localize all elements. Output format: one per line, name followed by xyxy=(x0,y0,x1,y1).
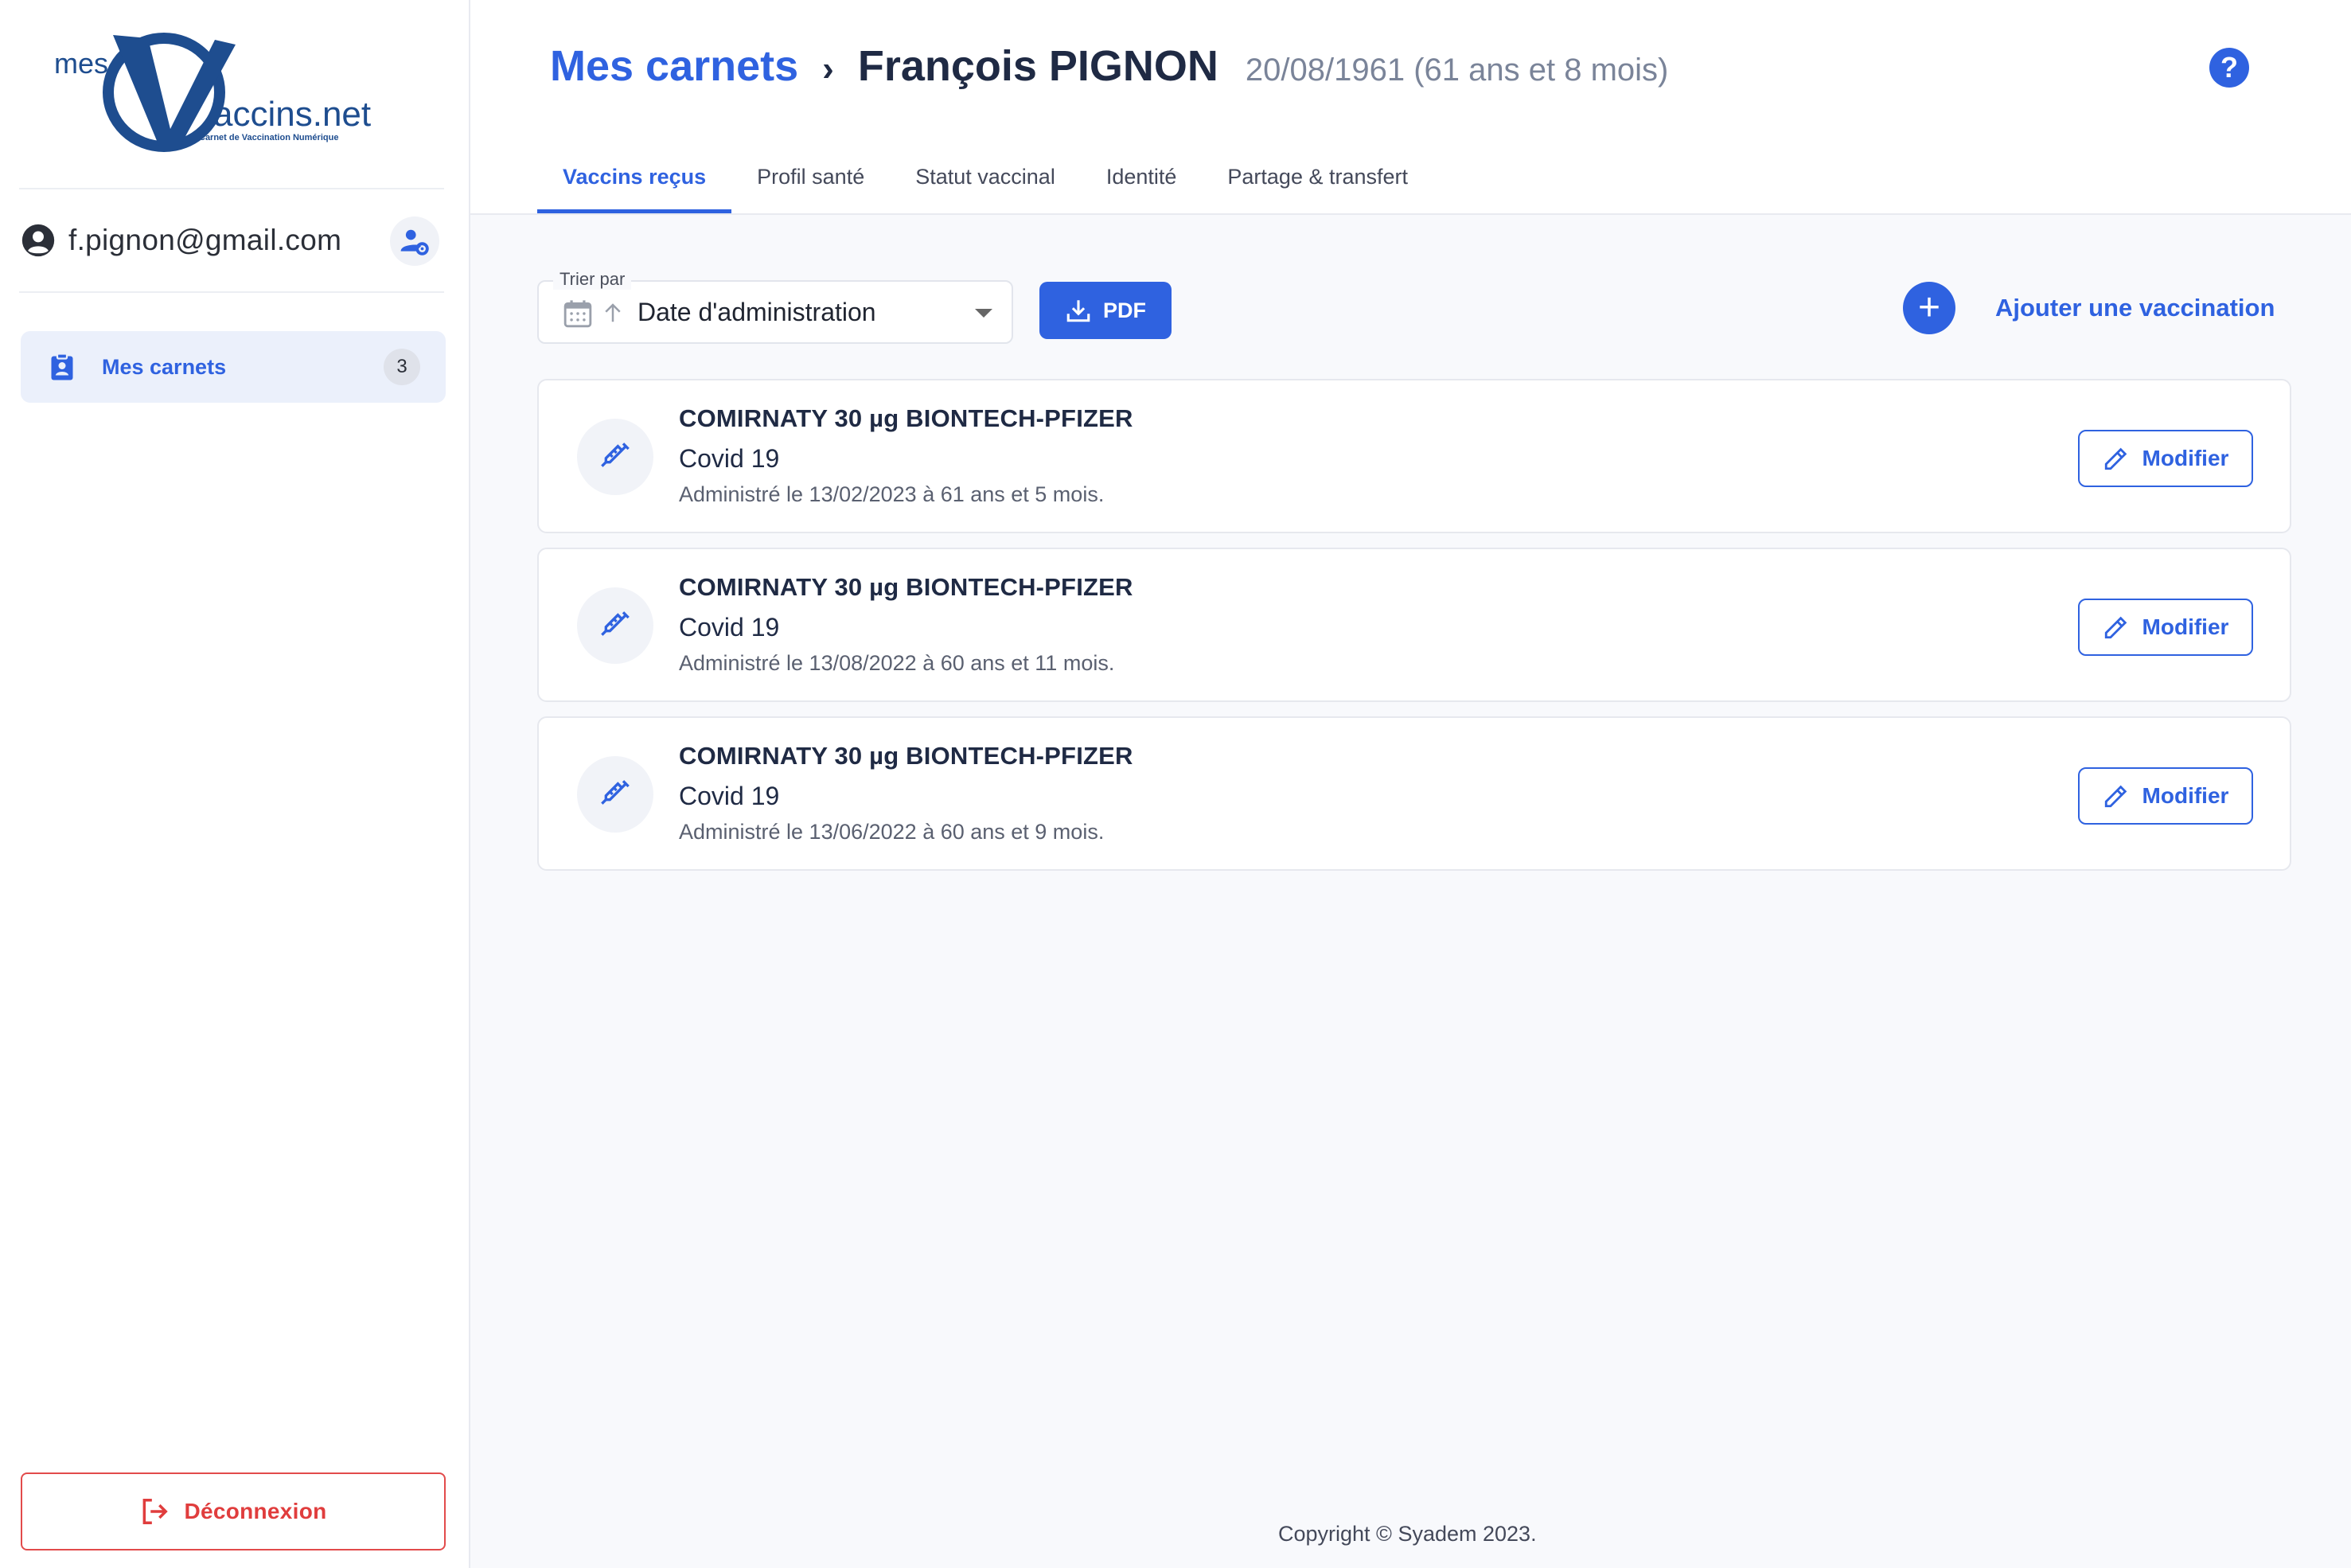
calendar-icon xyxy=(563,300,592,328)
footer-copyright: Copyright © Syadem 2023. xyxy=(1278,1522,1537,1546)
tab-vaccins-recus[interactable]: Vaccins reçus xyxy=(537,151,732,213)
mesvaccins-logo[interactable]: mes accins.net Carnet de Vaccination Num… xyxy=(48,27,382,154)
logo-prefix: mes xyxy=(54,47,108,80)
user-settings-icon xyxy=(400,229,429,255)
vaccine-administered: Administré le 13/06/2022 à 60 ans et 9 m… xyxy=(679,820,1105,844)
sort-value: Date d'administration xyxy=(637,298,876,326)
pencil-icon xyxy=(2104,785,2127,808)
sort-select[interactable]: Trier par Date d'administration xyxy=(537,269,1013,344)
logo-brand: accins.net xyxy=(213,95,371,134)
tab-statut-vaccinal[interactable]: Statut vaccinal xyxy=(890,151,1081,213)
help-icon[interactable]: ? xyxy=(2209,48,2249,88)
tab-profil-sante[interactable]: Profil santé xyxy=(731,151,890,213)
tab-identite[interactable]: Identité xyxy=(1081,151,1203,213)
vaccination-card: COMIRNATY 30 µg BIONTECH-PFIZER Covid 19… xyxy=(537,548,2291,702)
user-email: f.pignon@gmail.com xyxy=(68,224,342,256)
breadcrumb: Mes carnets › François PIGNON 20/08/1961… xyxy=(550,41,1668,91)
vaccine-name: COMIRNATY 30 µg BIONTECH-PFIZER xyxy=(679,404,1133,432)
sidebar-item-label: Mes carnets xyxy=(102,354,227,379)
caret-down-icon xyxy=(975,309,992,318)
user-account: f.pignon@gmail.com xyxy=(21,216,443,266)
download-icon xyxy=(1066,300,1090,322)
vaccine-administered: Administré le 13/08/2022 à 60 ans et 11 … xyxy=(679,651,1115,675)
sort-label: Trier par xyxy=(553,269,632,290)
breadcrumb-mes-carnets[interactable]: Mes carnets xyxy=(550,41,798,91)
edit-button[interactable]: Modifier xyxy=(2078,599,2253,656)
divider xyxy=(19,291,444,293)
edit-label: Modifier xyxy=(2142,614,2229,639)
pencil-icon xyxy=(2104,616,2127,639)
syringe-icon xyxy=(577,756,653,833)
pdf-label: PDF xyxy=(1103,298,1146,322)
plus-icon: + xyxy=(1903,282,1955,334)
edit-button[interactable]: Modifier xyxy=(2078,767,2253,825)
user-circle-icon xyxy=(21,224,55,257)
logout-label: Déconnexion xyxy=(184,1499,327,1523)
pencil-icon xyxy=(2104,447,2127,470)
page-header: Mes carnets › François PIGNON 20/08/1961… xyxy=(470,0,2351,215)
edit-button[interactable]: Modifier xyxy=(2078,430,2253,487)
logout-icon xyxy=(143,1499,169,1524)
pdf-button[interactable]: PDF xyxy=(1039,282,1172,339)
add-vaccination-button[interactable]: + Ajouter une vaccination xyxy=(1903,280,2275,336)
birth-info: 20/08/1961 (61 ans et 8 mois) xyxy=(1245,53,1669,88)
account-settings-button[interactable] xyxy=(390,216,439,266)
sidebar: mes accins.net Carnet de Vaccination Num… xyxy=(0,0,470,1568)
tab-bar: Vaccins reçus Profil santé Statut vaccin… xyxy=(537,151,1433,215)
chevron-right-icon: › xyxy=(822,49,834,88)
arrow-up-icon[interactable] xyxy=(601,299,625,326)
vaccine-disease: Covid 19 xyxy=(679,613,780,642)
person-name: François PIGNON xyxy=(857,42,1218,90)
vaccine-name: COMIRNATY 30 µg BIONTECH-PFIZER xyxy=(679,573,1133,601)
logo-tagline: Carnet de Vaccination Numérique xyxy=(199,133,338,142)
vaccine-administered: Administré le 13/02/2023 à 61 ans et 5 m… xyxy=(679,482,1105,506)
vaccination-card: COMIRNATY 30 µg BIONTECH-PFIZER Covid 19… xyxy=(537,716,2291,871)
list-toolbar: Trier par Date d'administration PDF + Aj… xyxy=(537,263,2288,350)
logo-graphic: mes accins.net Carnet de Vaccination Num… xyxy=(54,33,371,152)
divider xyxy=(19,188,444,189)
logout-button[interactable]: Déconnexion xyxy=(21,1472,446,1550)
edit-label: Modifier xyxy=(2142,446,2229,470)
sidebar-item-mes-carnets[interactable]: Mes carnets 3 xyxy=(21,331,446,403)
count-badge: 3 xyxy=(384,349,420,385)
vaccine-disease: Covid 19 xyxy=(679,444,780,473)
vaccine-disease: Covid 19 xyxy=(679,782,780,810)
edit-label: Modifier xyxy=(2142,783,2229,808)
clipboard-user-icon xyxy=(51,353,73,380)
syringe-icon xyxy=(577,419,653,495)
vaccination-card: COMIRNATY 30 µg BIONTECH-PFIZER Covid 19… xyxy=(537,379,2291,533)
syringe-icon xyxy=(577,587,653,664)
add-vaccination-label: Ajouter une vaccination xyxy=(1995,294,2275,322)
vaccine-name: COMIRNATY 30 µg BIONTECH-PFIZER xyxy=(679,742,1133,770)
tab-partage-transfert[interactable]: Partage & transfert xyxy=(1202,151,1433,213)
